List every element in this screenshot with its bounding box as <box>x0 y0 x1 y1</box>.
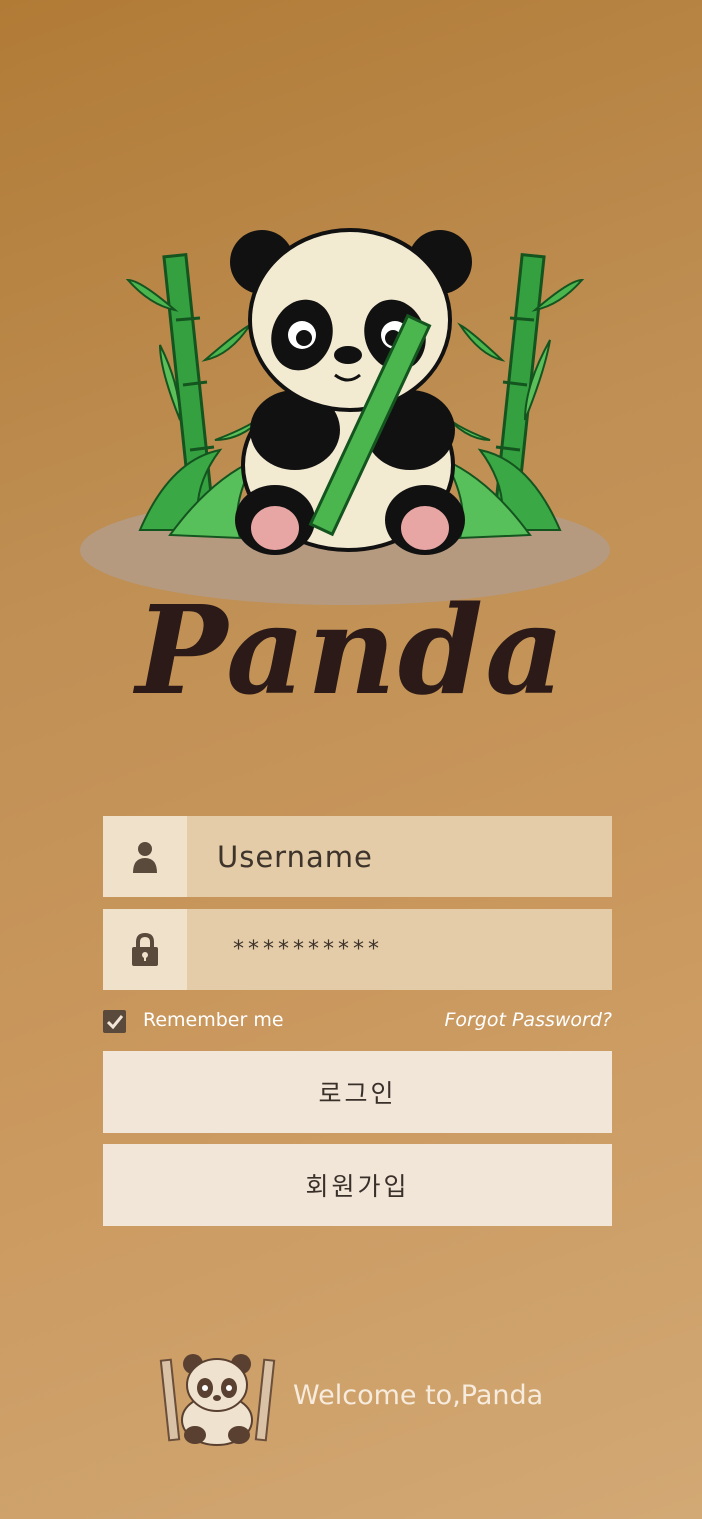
panda-illustration <box>80 228 610 605</box>
remember-me-label[interactable]: Remember me <box>143 1009 284 1031</box>
signup-button[interactable]: 회원가입 <box>103 1144 612 1226</box>
welcome-text: Welcome to,Panda <box>293 1380 544 1411</box>
username-input[interactable]: Username <box>187 816 612 897</box>
checkmark-icon <box>106 1014 123 1029</box>
forgot-password-link[interactable]: Forgot Password? <box>444 1009 612 1031</box>
login-options-row: Remember me Forgot Password? <box>103 1006 612 1036</box>
password-field[interactable]: ********** <box>103 909 612 990</box>
panda <box>230 228 472 555</box>
username-field[interactable]: Username <box>103 816 612 897</box>
login-button[interactable]: 로그인 <box>103 1051 612 1133</box>
user-icon <box>103 816 187 897</box>
app-logo-title: Panda <box>135 578 567 722</box>
lock-icon <box>103 909 187 990</box>
panda-footer-icon <box>159 1354 276 1446</box>
remember-me-checkbox[interactable] <box>103 1010 126 1033</box>
password-input[interactable]: ********** <box>187 909 612 990</box>
